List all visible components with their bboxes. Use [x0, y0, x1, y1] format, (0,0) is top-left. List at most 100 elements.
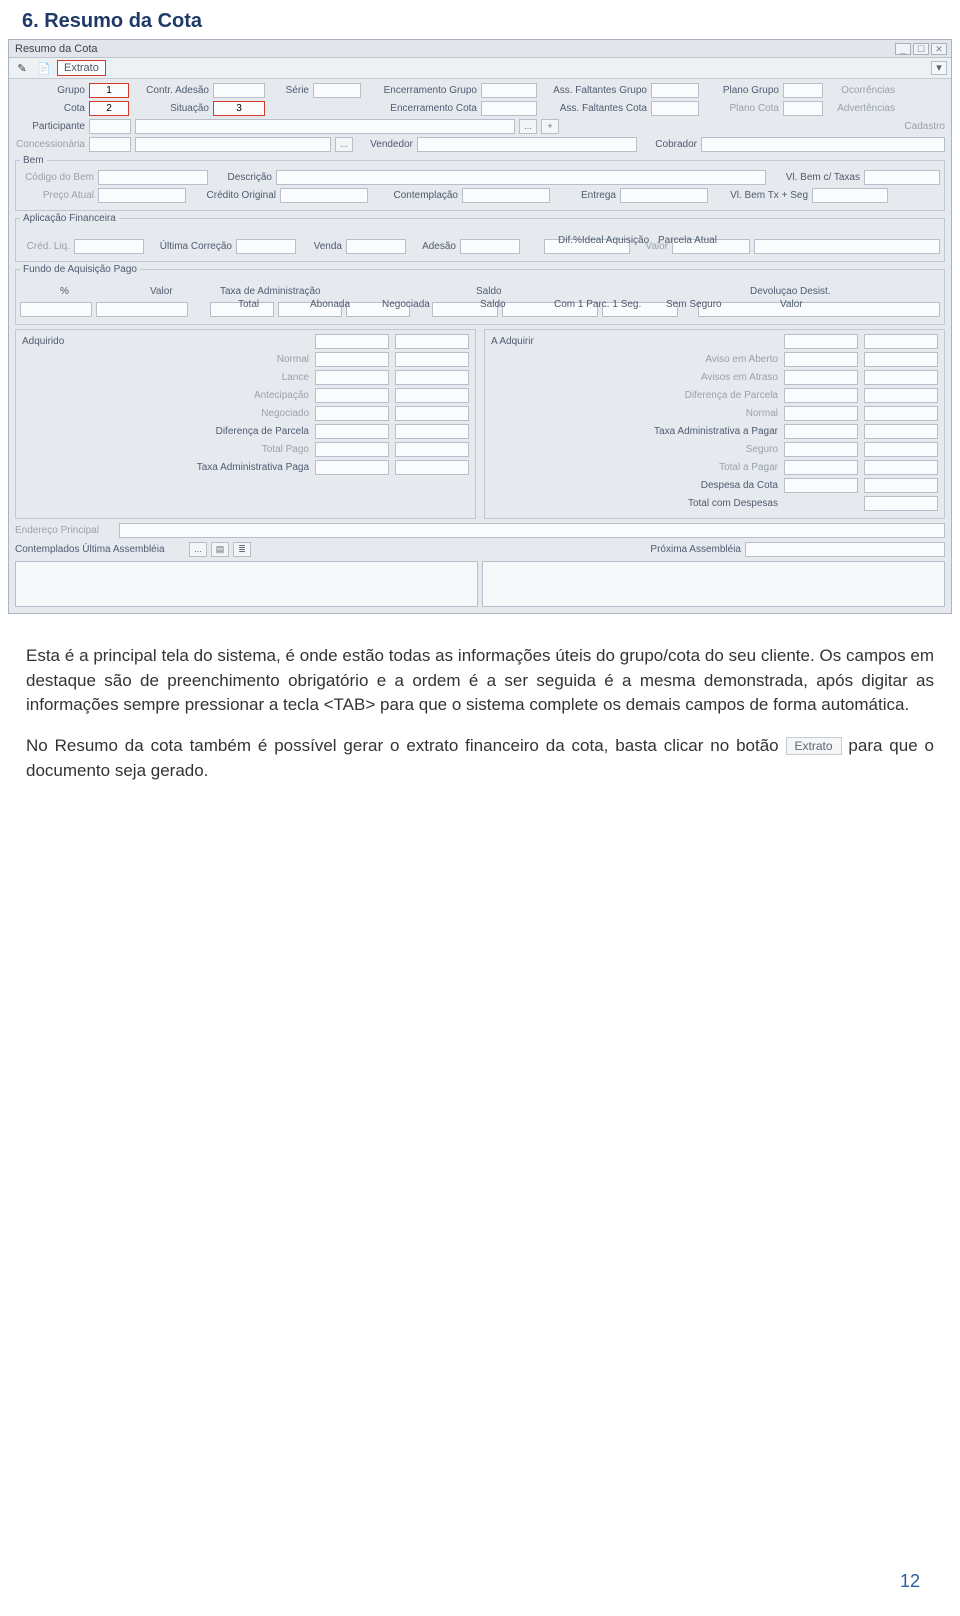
plano-cota-input[interactable]	[783, 101, 823, 116]
enc-cota-input[interactable]	[481, 101, 537, 116]
dif-parcela-r-val1[interactable]	[784, 388, 858, 403]
antecipacao-val2[interactable]	[395, 388, 469, 403]
participante-lookup-button[interactable]: ...	[519, 119, 537, 134]
cred-liq-input[interactable]	[74, 239, 144, 254]
extrato-button[interactable]: Extrato	[57, 60, 106, 76]
dif-parcela-val2[interactable]	[395, 424, 469, 439]
vl-bem-taxas-input[interactable]	[864, 170, 940, 185]
proxima-assembleia-textarea[interactable]	[482, 561, 945, 607]
contemplacao-input[interactable]	[462, 188, 550, 203]
dif-parcela-val1[interactable]	[315, 424, 389, 439]
aviso-aberto-val2[interactable]	[864, 352, 938, 367]
section-heading: 6. Resumo da Cota	[0, 0, 960, 39]
taxa-adm-pagar-val1[interactable]	[784, 424, 858, 439]
contempl-detail-button[interactable]: ≣	[233, 542, 251, 557]
avisos-atraso-val2[interactable]	[864, 370, 938, 385]
normal-val2[interactable]	[395, 352, 469, 367]
contr-adesao-input[interactable]	[213, 83, 265, 98]
ass-falt-cota-input[interactable]	[651, 101, 699, 116]
lance-val2[interactable]	[395, 370, 469, 385]
vendedor-label: Vendedor	[357, 139, 413, 150]
fundo-legend: Fundo de Aquisição Pago	[20, 264, 140, 275]
venda-input[interactable]	[346, 239, 406, 254]
panel-a-adquirir: A Adquirir Aviso em Aberto Avisos em Atr…	[484, 329, 945, 519]
seguro-val1[interactable]	[784, 442, 858, 457]
total-pago-val1[interactable]	[315, 442, 389, 457]
lance-val1[interactable]	[315, 370, 389, 385]
concessionaria-lookup-button[interactable]: ...	[335, 137, 353, 152]
dif-parcela-r-val2[interactable]	[864, 388, 938, 403]
codigo-bem-input[interactable]	[98, 170, 208, 185]
cobrador-input[interactable]	[701, 137, 945, 152]
ass-falt-grupo-label: Ass. Faltantes Grupo	[541, 85, 647, 96]
document-icon[interactable]: 📄	[35, 60, 53, 76]
normal-r-val1[interactable]	[784, 406, 858, 421]
total-pagar-val2[interactable]	[864, 460, 938, 475]
maximize-button[interactable]: ☐	[913, 43, 929, 55]
normal-r-val2[interactable]	[864, 406, 938, 421]
enc-cota-label: Encerramento Cota	[365, 103, 477, 114]
total-pagar-val1[interactable]	[784, 460, 858, 475]
situacao-input[interactable]	[213, 101, 265, 116]
taxa-adm-pagar-val2[interactable]	[864, 424, 938, 439]
adquirido-val2[interactable]	[395, 334, 469, 349]
plano-grupo-input[interactable]	[783, 83, 823, 98]
seguro-val2[interactable]	[864, 442, 938, 457]
despesa-cota-val1[interactable]	[784, 478, 858, 493]
total-despesas-val[interactable]	[864, 496, 938, 511]
abonada-header: Abonada	[310, 299, 350, 310]
fundo-valor-input[interactable]	[96, 302, 188, 317]
antecipacao-val1[interactable]	[315, 388, 389, 403]
participante-code-input[interactable]	[89, 119, 131, 134]
chevron-down-icon[interactable]: ▾	[931, 61, 947, 75]
form-area: Grupo Contr. Adesão Série Encerramento G…	[9, 79, 951, 613]
adesao-input[interactable]	[460, 239, 520, 254]
pct-input[interactable]	[20, 302, 92, 317]
vl-bem-tx-seg-input[interactable]	[812, 188, 888, 203]
despesa-cota-label: Despesa da Cota	[491, 480, 778, 491]
concessionaria-code-input[interactable]	[89, 137, 131, 152]
devolucao-valor-input[interactable]	[698, 302, 940, 317]
close-button[interactable]: ✕	[931, 43, 947, 55]
aviso-aberto-val1[interactable]	[784, 352, 858, 367]
avisos-atraso-val1[interactable]	[784, 370, 858, 385]
edit-icon[interactable]: ✎	[13, 60, 31, 76]
normal-val1[interactable]	[315, 352, 389, 367]
minimize-button[interactable]: _	[895, 43, 911, 55]
plano-cota-label: Plano Cota	[703, 103, 779, 114]
contempl-list-button[interactable]: ▤	[211, 542, 229, 557]
prox-assembleia-input[interactable]	[745, 542, 945, 557]
endereco-principal-input[interactable]	[119, 523, 945, 538]
participante-name-input[interactable]	[135, 119, 515, 134]
credito-original-label: Crédito Original	[190, 190, 276, 201]
taxa-admin-header: Taxa de Administração	[220, 286, 321, 297]
group-bem: Bem Código do Bem Descrição Vl. Bem c/ T…	[15, 155, 945, 211]
participante-add-button[interactable]: +	[541, 119, 559, 134]
parcela-extra-input[interactable]	[754, 239, 940, 254]
ass-falt-grupo-input[interactable]	[651, 83, 699, 98]
dif-ideal-header: Dif.%Ideal Aquisição	[558, 235, 649, 246]
preco-atual-input[interactable]	[98, 188, 186, 203]
contempl-lookup-button[interactable]: ...	[189, 542, 207, 557]
plano-grupo-label: Plano Grupo	[703, 85, 779, 96]
contemplados-textarea[interactable]	[15, 561, 478, 607]
descricao-input[interactable]	[276, 170, 766, 185]
a-adquirir-val2[interactable]	[864, 334, 938, 349]
grupo-input[interactable]	[89, 83, 129, 98]
entrega-input[interactable]	[620, 188, 708, 203]
despesa-cota-val2[interactable]	[864, 478, 938, 493]
taxa-adm-paga-val2[interactable]	[395, 460, 469, 475]
a-adquirir-val1[interactable]	[784, 334, 858, 349]
serie-input[interactable]	[313, 83, 361, 98]
credito-original-input[interactable]	[280, 188, 368, 203]
concessionaria-name-input[interactable]	[135, 137, 331, 152]
total-pago-val2[interactable]	[395, 442, 469, 457]
taxa-adm-paga-val1[interactable]	[315, 460, 389, 475]
vendedor-input[interactable]	[417, 137, 637, 152]
ultima-correcao-input[interactable]	[236, 239, 296, 254]
adquirido-val1[interactable]	[315, 334, 389, 349]
cota-input[interactable]	[89, 101, 129, 116]
enc-grupo-input[interactable]	[481, 83, 537, 98]
negociado-val2[interactable]	[395, 406, 469, 421]
negociado-val1[interactable]	[315, 406, 389, 421]
